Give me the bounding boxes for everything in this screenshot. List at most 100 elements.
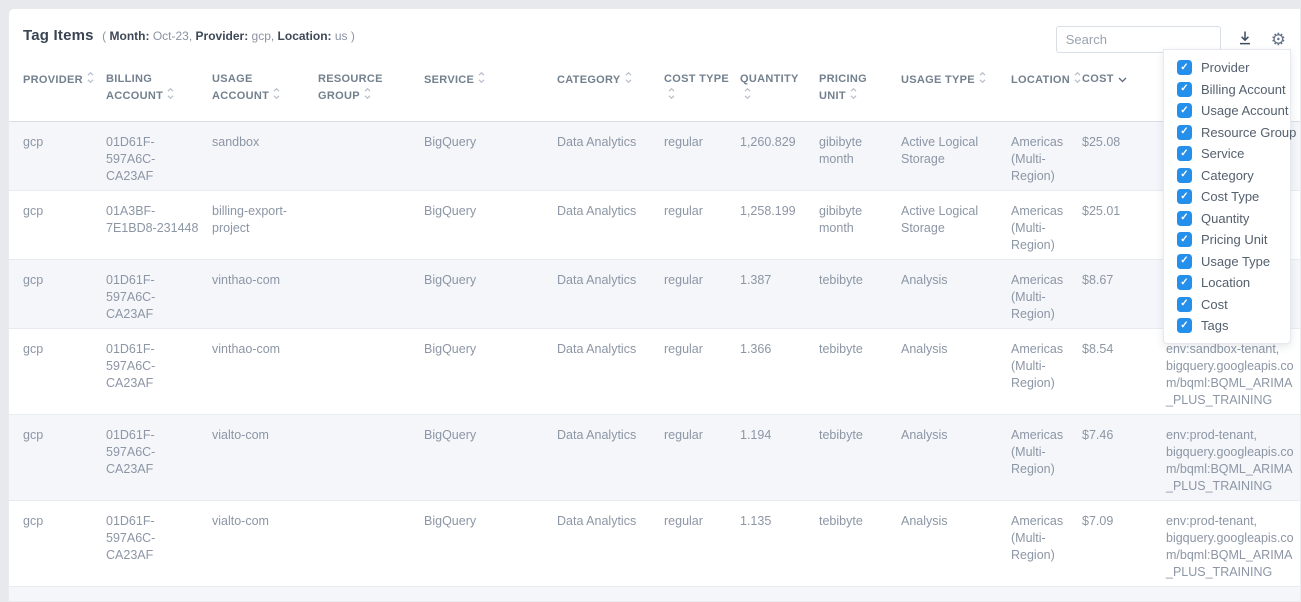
cell-usage_type: Analysis — [901, 329, 1011, 415]
cell-provider: gcp — [9, 122, 106, 191]
cell-cost: $25.08 — [1082, 122, 1166, 191]
meta-value: us — [335, 29, 351, 43]
column-toggle-billing-account[interactable]: ✓Billing Account — [1177, 82, 1282, 97]
cell-service: BigQuery — [424, 415, 557, 501]
column-toggle-provider[interactable]: ✓Provider — [1177, 60, 1282, 75]
gear-icon: ⚙ — [1271, 31, 1286, 48]
table-row: gcp01D61F-597A6C-CA23AFvialto-comBigQuer… — [9, 415, 1301, 501]
cell-resource_group — [318, 501, 424, 587]
column-toggle-service[interactable]: ✓Service — [1177, 146, 1282, 161]
cell-quantity: 1.366 — [740, 329, 819, 415]
cell-pricing_unit: tebibyte — [819, 501, 901, 587]
column-label: COST TYPE — [664, 73, 729, 85]
sort-icon — [850, 87, 857, 105]
column-header-cost_type[interactable]: COST TYPE — [664, 61, 740, 122]
cell-service: BigQuery — [424, 329, 557, 415]
column-header-category[interactable]: CATEGORY — [557, 61, 664, 122]
cell-service: BigQuery — [424, 260, 557, 329]
checkbox-icon: ✓ — [1177, 82, 1192, 97]
cell-category: Data Analytics — [557, 122, 664, 191]
cell-resource_group — [318, 122, 424, 191]
title-line: Tag Items ( Month: Oct-23, Provider: gcp… — [23, 24, 355, 45]
column-label: QUANTITY — [740, 73, 799, 85]
cell-usage_account: gcp-hands-on — [212, 587, 318, 602]
cell-billing_account: 01D61F-597A6C-CA23AF — [106, 122, 212, 191]
column-toggle-cost-type[interactable]: ✓Cost Type — [1177, 189, 1282, 204]
cell-provider: gcp — [9, 329, 106, 415]
column-toggle-tags[interactable]: ✓ Tags — [1177, 318, 1282, 333]
column-header-quantity[interactable]: QUANTITY — [740, 61, 819, 122]
column-header-usage_type[interactable]: USAGE TYPE — [901, 61, 1011, 122]
cell-tags: env:dev — [1166, 587, 1301, 602]
cell-quantity: 1.135 — [740, 501, 819, 587]
cell-location: Americas (Multi-Region) — [1011, 415, 1082, 501]
column-toggle-usage-type[interactable]: ✓ Usage Type — [1177, 254, 1282, 269]
sort-icon — [1074, 71, 1081, 89]
column-toggle-label: Cost Type — [1201, 189, 1259, 204]
cell-service: BigQuery — [424, 501, 557, 587]
checkbox-icon: ✓ — [1177, 232, 1192, 247]
table-row: gcp01D61F-597A6C-CA23AFvinthao-comBigQue… — [9, 329, 1301, 415]
column-header-billing_account[interactable]: BILLING ACCOUNT — [106, 61, 212, 122]
column-header-provider[interactable]: PROVIDER — [9, 61, 106, 122]
cell-cost: $8.54 — [1082, 329, 1166, 415]
column-header-resource_group[interactable]: RESOURCE GROUP — [318, 61, 424, 122]
column-toggle-location[interactable]: ✓Location — [1177, 275, 1282, 290]
column-toggle-category[interactable]: ✓Category — [1177, 168, 1282, 183]
meta-label: Provider: — [196, 29, 252, 43]
column-toggle-label: Usage Type — [1201, 254, 1270, 269]
sort-icon — [625, 71, 632, 89]
download-button[interactable] — [1235, 28, 1255, 52]
column-toggle-cost[interactable]: ✓Cost — [1177, 297, 1282, 312]
column-label: BILLING ACCOUNT — [106, 73, 163, 102]
column-header-pricing_unit[interactable]: PRICING UNIT — [819, 61, 901, 122]
cell-category: Data Analytics — [557, 260, 664, 329]
column-toggle-pricing-unit[interactable]: ✓Pricing Unit — [1177, 232, 1282, 247]
tag-items-table: PROVIDERBILLING ACCOUNT USAGE ACCOUNTRESO… — [9, 61, 1301, 602]
cell-provider: gcp — [9, 415, 106, 501]
cell-category: Data Analytics — [557, 329, 664, 415]
cell-cost: $7.09 — [1082, 501, 1166, 587]
sort-icon — [364, 87, 371, 105]
column-header-location[interactable]: LOCATION — [1011, 61, 1082, 122]
cell-service: BigQuery — [424, 191, 557, 260]
cell-cost: $8.67 — [1082, 260, 1166, 329]
cell-pricing_unit: tebibyte — [819, 415, 901, 501]
cell-pricing_unit: gibibyte month — [819, 122, 901, 191]
column-label: SERVICE — [424, 74, 474, 86]
cell-tags: env:prod-tenant, bigquery.googleapis.com… — [1166, 415, 1301, 501]
columns-dropdown: ✓Provider ✓Billing Account ✓Usage Account ✓… — [1163, 49, 1291, 344]
checkbox-icon: ✓ — [1177, 318, 1192, 333]
checkbox-icon: ✓ — [1177, 254, 1192, 269]
cell-usage_type: Analysis — [901, 501, 1011, 587]
cell-category: Data Analytics — [557, 191, 664, 260]
column-header-usage_account[interactable]: USAGE ACCOUNT — [212, 61, 318, 122]
cell-service: BigQuery — [424, 587, 557, 602]
cell-location: Americas (Multi-Region) — [1011, 191, 1082, 260]
cell-cost_type: regular — [664, 329, 740, 415]
sort-icon — [273, 87, 280, 105]
cell-cost_type: regular — [664, 191, 740, 260]
column-toggle-resource-group[interactable]: ✓Resource Group — [1177, 125, 1282, 140]
column-label: USAGE TYPE — [901, 74, 975, 86]
column-header-cost[interactable]: COST — [1082, 61, 1166, 122]
column-toggle-label: Cost — [1201, 297, 1228, 312]
settings-button[interactable]: ⚙ — [1269, 28, 1288, 52]
cell-pricing_unit: gibibyte month — [819, 191, 901, 260]
cell-usage_account: billing-export-project — [212, 191, 318, 260]
header-meta: ( Month: Oct-23, Provider: gcp, Location… — [102, 29, 355, 43]
cell-billing_account: 01D61F-597A6C-CA23AF — [106, 260, 212, 329]
column-header-service[interactable]: SERVICE — [424, 61, 557, 122]
column-label: PRICING UNIT — [819, 73, 867, 102]
column-toggle-usage-account[interactable]: ✓Usage Account — [1177, 103, 1282, 118]
sort-icon — [668, 87, 675, 105]
checkbox-icon: ✓ — [1177, 60, 1192, 75]
column-toggle-label: Tags — [1201, 318, 1228, 333]
column-toggle-label: Service — [1201, 146, 1244, 161]
cell-provider: gcp — [9, 260, 106, 329]
cell-billing_account: 01D61F-597A6C-CA23AF — [106, 415, 212, 501]
cell-location: Americas (Multi-Region) — [1011, 122, 1082, 191]
column-toggle-label: Location — [1201, 275, 1250, 290]
column-toggle-quantity[interactable]: ✓Quantity — [1177, 211, 1282, 226]
cell-cost: $6.99 — [1082, 587, 1166, 602]
